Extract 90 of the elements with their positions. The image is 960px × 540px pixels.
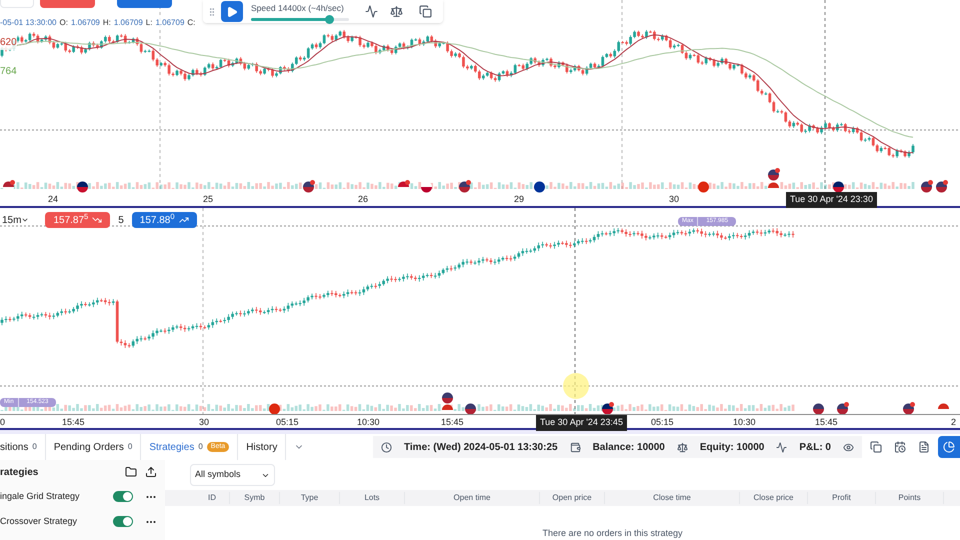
eye-icon[interactable]: [843, 442, 854, 452]
statistics-button[interactable]: [938, 436, 960, 458]
speed-slider-track[interactable]: [251, 18, 349, 21]
axis-label: 15:45: [441, 416, 464, 429]
flag-icon: [920, 180, 933, 193]
axis-label: 10:30: [733, 416, 756, 429]
flag-icon: [533, 180, 546, 193]
panel-tab[interactable]: History: [238, 434, 286, 460]
calendar-icon[interactable]: [894, 441, 906, 453]
high-label: H:: [102, 17, 111, 29]
ohlc-time: -05-01 13:30:00: [0, 17, 56, 29]
document-icon[interactable]: [918, 441, 930, 453]
axis-label: 29: [514, 193, 524, 206]
axis-label: 15:45: [62, 416, 85, 429]
flag-icon: [836, 402, 849, 415]
folder-icon[interactable]: [125, 466, 137, 478]
trend-up-icon: [178, 215, 189, 225]
axis-label: 10:30: [357, 416, 380, 429]
low-label: L:: [146, 17, 152, 29]
play-icon: [226, 6, 238, 18]
axis-label: 24: [48, 193, 58, 206]
column-header[interactable]: Points: [876, 492, 944, 504]
spread-value: 5: [118, 214, 124, 228]
sidebar-title: rategies: [0, 466, 38, 480]
cursor-highlight: [563, 373, 589, 399]
axis-label: 05:15: [276, 416, 299, 429]
low-value: 1.06709: [155, 17, 184, 29]
flag-icon: [458, 180, 471, 193]
symbol-filter-dropdown[interactable]: All symbols: [190, 464, 275, 486]
axis-label: 30: [199, 416, 210, 429]
open-value: 1.06709: [70, 17, 100, 29]
axis-label: 15:45: [815, 416, 838, 429]
crosshair-time: Tue 30 Apr '24 23:45: [536, 415, 627, 430]
axis-label: 2: [951, 416, 956, 429]
strategy-name[interactable]: ingale Grid Strategy: [0, 490, 113, 504]
flag-icon: [601, 402, 614, 415]
time-readout: Time: (Wed) 2024-05-01 13:30:25: [404, 440, 558, 454]
upload-icon[interactable]: [145, 466, 157, 478]
flag-icon: [935, 180, 948, 193]
flag-icon: [902, 402, 915, 415]
column-header[interactable]: Symb: [230, 492, 280, 504]
pie-chart-icon: [943, 441, 955, 453]
scale-icon: [676, 442, 688, 452]
column-header[interactable]: ID: [195, 492, 230, 504]
column-header[interactable]: Type: [280, 492, 340, 504]
axis-label: 25: [203, 193, 214, 206]
close-label: C:: [187, 17, 196, 29]
flag-icon: [697, 180, 710, 193]
flag-icon: [420, 180, 433, 193]
axis-label: 05:15: [651, 416, 674, 429]
pnl-readout: P&L: 0: [799, 440, 831, 454]
column-header[interactable]: Close time: [605, 492, 740, 504]
flag-icon: [268, 402, 281, 415]
clock-icon: [380, 442, 392, 452]
crosshair-time: Tue 30 Apr '24 23:30: [786, 192, 877, 208]
high-value: 1.06709: [114, 17, 143, 29]
flag-icon: [464, 402, 477, 415]
column-header[interactable]: Open price: [540, 492, 605, 504]
open-label: O:: [60, 17, 68, 29]
wallet-icon: [570, 442, 581, 452]
flag-icon: [832, 180, 845, 193]
play-button[interactable]: [221, 1, 243, 22]
slider-thumb[interactable]: [325, 14, 334, 24]
flag-icon: [812, 402, 825, 415]
buy-button[interactable]: 157.88$^{0}$: [132, 212, 197, 228]
equity-readout: Equity: 10000: [700, 440, 764, 454]
trend-down-icon: [92, 215, 102, 225]
balance-readout: Balance: 10000: [592, 440, 665, 454]
grip-icon: [207, 6, 217, 16]
timeframe-dropdown[interactable]: 15m: [2, 212, 30, 228]
column-header[interactable]: Close price: [740, 492, 808, 504]
flag-icon: [441, 391, 454, 404]
axis-label: 0: [0, 416, 6, 429]
strategy-name[interactable]: Crossover Strategy: [0, 514, 113, 528]
strategy-toggle[interactable]: [113, 491, 133, 502]
flag-icon: [302, 180, 315, 193]
copy-icon[interactable]: [870, 441, 882, 453]
flag-icon: [767, 168, 780, 181]
chevron-icon: [21, 216, 30, 224]
axis-label: 26: [358, 193, 368, 206]
strategy-toggle[interactable]: [113, 516, 133, 527]
indicator-value: 620: [0, 35, 17, 50]
axis-label: 30: [669, 193, 680, 206]
flag-icon: [76, 180, 89, 193]
pulse-icon: [776, 442, 788, 452]
empty-message: There are no orders in this strategy: [542, 526, 683, 540]
column-header[interactable]: Lots: [340, 492, 405, 504]
speed-label: Speed 14400x (~4h/sec): [251, 2, 345, 15]
column-header[interactable]: Profit: [808, 492, 876, 504]
column-header[interactable]: Open time: [405, 492, 540, 504]
